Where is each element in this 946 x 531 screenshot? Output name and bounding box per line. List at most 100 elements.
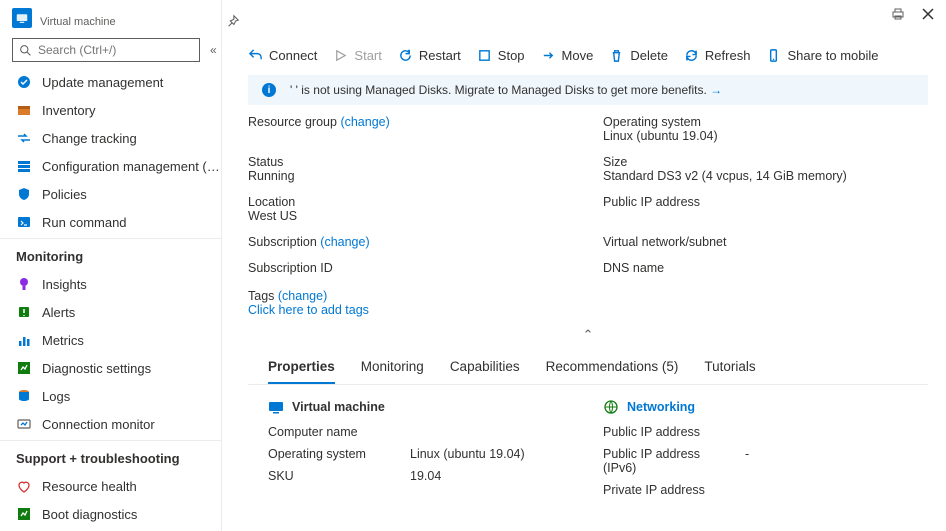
nav-metrics[interactable]: Metrics xyxy=(0,326,221,354)
prop-row: Operating system Linux (ubuntu 19.04) xyxy=(268,447,573,461)
nav-diagnostic-settings[interactable]: Diagnostic settings xyxy=(0,354,221,382)
nav-update-management[interactable]: Update management xyxy=(0,68,221,96)
move-button[interactable]: Move xyxy=(541,48,594,63)
nav-label: Run command xyxy=(42,215,127,230)
nav-configuration-management[interactable]: Configuration management (… xyxy=(0,152,221,180)
tab-properties[interactable]: Properties xyxy=(268,351,335,384)
os-value: Linux (ubuntu 19.04) xyxy=(603,129,928,143)
nav-label: Resource health xyxy=(42,479,137,494)
nav-label: Inventory xyxy=(42,103,95,118)
networking-link[interactable]: Networking xyxy=(627,400,695,414)
collapse-essentials[interactable]: ⌃ xyxy=(248,327,928,343)
nav-insights[interactable]: Insights xyxy=(0,270,221,298)
nav-label: Connection monitor xyxy=(42,417,155,432)
prop-row: Public IP address (IPv6) - xyxy=(603,447,908,475)
collapse-sidebar-button[interactable]: « xyxy=(208,41,219,59)
nav-run-command[interactable]: Run command xyxy=(0,208,221,236)
pin-button[interactable] xyxy=(226,14,240,31)
nav-inventory[interactable]: Inventory xyxy=(0,96,221,124)
nav-boot-diagnostics[interactable]: Boot diagnostics xyxy=(0,500,221,528)
vm-small-icon xyxy=(268,399,284,415)
tab-recommendations[interactable]: Recommendations (5) xyxy=(546,351,679,384)
close-icon[interactable] xyxy=(920,6,936,22)
location-label: Location xyxy=(248,195,573,209)
command-bar: Connect Start Restart Stop Move Delete xyxy=(222,38,946,73)
status-value: Running xyxy=(248,169,573,183)
nav-logs[interactable]: Logs xyxy=(0,382,221,410)
search-box[interactable] xyxy=(12,38,200,62)
cmon-icon xyxy=(16,416,32,432)
prop-row: Computer name xyxy=(268,425,573,439)
nav-resource-health[interactable]: Resource health xyxy=(0,472,221,500)
sidebar: Virtual machine « Update management Inve… xyxy=(0,0,222,531)
connect-button[interactable]: Connect xyxy=(248,48,317,63)
nav-alerts[interactable]: Alerts xyxy=(0,298,221,326)
main-body: Resource group (change) Operating system… xyxy=(222,115,946,531)
inventory-icon xyxy=(16,102,32,118)
nav-label: Insights xyxy=(42,277,87,292)
prop-vm-header: Virtual machine xyxy=(268,399,573,415)
banner-text: ' is not using Managed Disks. Migrate to… xyxy=(296,83,707,97)
sub-label: Subscription xyxy=(248,235,317,249)
banner-link-arrow[interactable]: → xyxy=(710,83,722,97)
tabstrip: Properties Monitoring Capabilities Recom… xyxy=(248,351,928,385)
config-icon xyxy=(16,158,32,174)
delete-button[interactable]: Delete xyxy=(609,48,668,63)
tab-tutorials[interactable]: Tutorials xyxy=(704,351,755,384)
nav-label: Metrics xyxy=(42,333,84,348)
essentials: Resource group (change) Operating system… xyxy=(248,115,928,275)
print-icon[interactable] xyxy=(890,6,906,22)
stop-button[interactable]: Stop xyxy=(477,48,525,63)
restart-button[interactable]: Restart xyxy=(398,48,461,63)
resource-type-label: Virtual machine xyxy=(40,16,116,28)
sub-change-link[interactable]: (change) xyxy=(320,235,369,249)
tab-monitoring[interactable]: Monitoring xyxy=(361,351,424,384)
search-input[interactable] xyxy=(38,43,193,57)
health-icon xyxy=(16,478,32,494)
alerts-icon xyxy=(16,304,32,320)
update-icon xyxy=(16,74,32,90)
insights-icon xyxy=(16,276,32,292)
pip-label: Public IP address xyxy=(603,195,928,209)
sidebar-nav: Update management Inventory Change track… xyxy=(0,68,221,531)
size-value: Standard DS3 v2 (4 vcpus, 14 GiB memory) xyxy=(603,169,928,183)
network-icon xyxy=(603,399,619,415)
subid-label: Subscription ID xyxy=(248,261,573,275)
vm-icon xyxy=(12,8,32,28)
nav-policies[interactable]: Policies xyxy=(0,180,221,208)
nav-label: Change tracking xyxy=(42,131,137,146)
tags-add-link[interactable]: Click here to add tags xyxy=(248,303,369,317)
start-button: Start xyxy=(333,48,381,63)
boot-icon xyxy=(16,506,32,522)
nav-label: Configuration management (… xyxy=(42,159,220,174)
metrics-icon xyxy=(16,332,32,348)
prop-row: SKU 19.04 xyxy=(268,469,573,483)
nav-connection-monitor[interactable]: Connection monitor xyxy=(0,410,221,438)
share-button[interactable]: Share to mobile xyxy=(766,48,878,63)
policy-icon xyxy=(16,186,32,202)
os-label: Operating system xyxy=(603,115,928,129)
search-icon xyxy=(19,44,32,57)
location-value: West US xyxy=(248,209,573,223)
refresh-button[interactable]: Refresh xyxy=(684,48,751,63)
nav-label: Boot diagnostics xyxy=(42,507,137,522)
tab-capabilities[interactable]: Capabilities xyxy=(450,351,520,384)
diag-icon xyxy=(16,360,32,376)
info-icon: i xyxy=(262,83,276,97)
rg-change-link[interactable]: (change) xyxy=(340,115,389,129)
nav-label: Logs xyxy=(42,389,70,404)
change-icon xyxy=(16,130,32,146)
status-label: Status xyxy=(248,155,573,169)
prop-row: Private IP address xyxy=(603,483,908,497)
info-banner: i ' ' is not using Managed Disks. Migrat… xyxy=(248,75,928,105)
prop-row: Public IP address xyxy=(603,425,908,439)
tags-label: Tags xyxy=(248,289,274,303)
nav-label: Diagnostic settings xyxy=(42,361,151,376)
section-support: Support + troubleshooting xyxy=(0,440,221,472)
logs-icon xyxy=(16,388,32,404)
tags-change-link[interactable]: (change) xyxy=(278,289,327,303)
vnet-label: Virtual network/subnet xyxy=(603,235,928,249)
properties-panel: Virtual machine Computer name Operating … xyxy=(248,399,928,505)
nav-change-tracking[interactable]: Change tracking xyxy=(0,124,221,152)
nav-label: Policies xyxy=(42,187,87,202)
